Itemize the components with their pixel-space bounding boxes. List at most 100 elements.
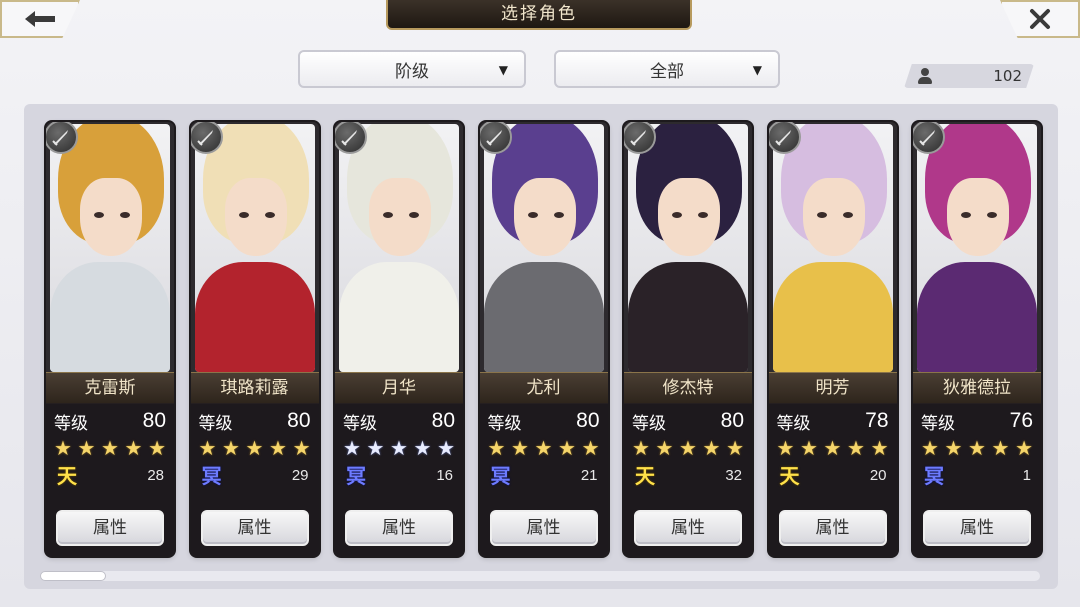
character-name: 狄雅德拉 [913,372,1041,404]
attributes-button[interactable]: 属性 [634,510,742,546]
weapon-type-icon [768,122,801,154]
rank-badge: 冥 [490,464,511,488]
star-icon: ★ [148,436,166,460]
caret-down-icon: ▼ [498,63,508,77]
character-portrait [772,124,893,372]
caret-down-icon: ▼ [752,63,762,77]
level-row: 等级 80 [54,407,166,435]
character-portrait [628,124,748,372]
attributes-button[interactable]: 属性 [778,510,887,546]
star-icon: ★ [124,436,143,460]
rank-badge: 天 [779,464,800,488]
close-icon [1030,9,1050,29]
level-value: 76 [1009,409,1033,432]
character-card[interactable]: 克雷斯 等级 80 ★ ★ ★ ★ ★ 天 28 属性 [46,122,174,556]
character-stats: 等级 80 ★ ★ ★ ★ ★ 天 32 属性 [624,403,752,556]
star-rating: ★ ★ ★ ★ ★ [343,437,455,459]
star-rating: ★ ★ ★ ★ ★ [199,437,311,459]
star-icon: ★ [968,436,986,460]
attributes-button[interactable]: 属性 [200,510,309,546]
close-button[interactable] [1000,0,1080,38]
star-icon: ★ [487,436,506,460]
star-icon: ★ [679,436,697,460]
level-value: 80 [142,409,166,432]
shard-count: 21 [580,467,598,484]
star-icon: ★ [944,436,963,460]
rank-filter-label: 阶级 [395,61,429,82]
level-value: 80 [431,409,455,432]
character-card[interactable]: 明芳 等级 78 ★ ★ ★ ★ ★ 天 20 属性 [768,122,897,556]
character-card[interactable]: 狄雅德拉 等级 76 ★ ★ ★ ★ ★ 冥 1 属性 [913,122,1041,556]
level-value: 80 [576,409,600,432]
level-label: 等级 [776,413,811,434]
star-icon: ★ [511,436,529,460]
star-icon: ★ [343,436,361,460]
horizontal-scrollbar[interactable] [40,571,1040,581]
character-stats: 等级 80 ★ ★ ★ ★ ★ 冥 21 属性 [479,403,608,556]
rank-filter-dropdown[interactable]: 阶级 ▼ [298,50,526,88]
character-card[interactable]: 修杰特 等级 80 ★ ★ ★ ★ ★ 天 32 属性 [624,122,752,556]
character-portrait [50,124,170,372]
scope-filter-dropdown[interactable]: 全部 ▼ [554,50,780,88]
level-row: 等级 80 [488,407,600,435]
star-icon: ★ [870,436,889,460]
star-icon: ★ [991,436,1010,460]
character-portrait [194,124,315,372]
arrow-left-icon [25,11,55,27]
character-card[interactable]: 尤利等级 80 ★ ★ ★ ★ ★ 冥 21 属性 [479,122,608,556]
attributes-button[interactable]: 属性 [56,510,164,546]
star-icon: ★ [222,436,240,460]
star-icon: ★ [776,436,795,460]
star-icon: ★ [632,436,650,460]
shard-count: 1 [1022,467,1031,484]
level-label: 等级 [632,413,666,434]
attributes-button[interactable]: 属性 [489,510,598,546]
star-icon: ★ [921,436,939,460]
star-icon: ★ [390,436,408,460]
rank-badge: 冥 [346,464,366,488]
attributes-button[interactable]: 属性 [345,510,453,546]
star-rating: ★ ★ ★ ★ ★ [777,437,889,459]
character-name: 明芳 [768,372,897,404]
rank-badge: 天 [635,464,655,488]
level-value: 80 [720,409,744,432]
back-button[interactable] [0,0,80,38]
rank-badge: 天 [57,464,77,488]
scope-filter-label: 全部 [650,61,684,82]
character-card[interactable]: 琪路莉露 等级 80 ★ ★ ★ ★ ★ 冥 29 属性 [190,122,319,556]
star-icon: ★ [558,436,576,460]
scrollbar-thumb[interactable] [40,571,106,581]
attributes-button[interactable]: 属性 [923,510,1031,546]
level-label: 等级 [54,413,88,434]
person-icon [918,68,932,84]
star-icon: ★ [655,436,674,460]
page-title: 选择角色 [386,0,692,30]
character-stats: 等级 80 ★ ★ ★ ★ ★ 天 28 属性 [46,403,174,556]
star-icon: ★ [269,436,287,460]
star-icon: ★ [413,436,432,460]
star-icon: ★ [437,436,455,460]
star-icon: ★ [101,436,119,460]
character-portrait [917,124,1037,372]
star-icon: ★ [366,436,385,460]
star-rating: ★ ★ ★ ★ ★ [632,437,744,459]
character-name: 克雷斯 [46,372,174,404]
character-name: 琪路莉露 [190,372,319,404]
roster-count: 102 [904,64,1034,88]
level-row: 等级 78 [777,407,889,435]
level-label: 等级 [343,413,377,434]
character-name: 尤利 [479,372,608,404]
star-icon: ★ [245,436,264,460]
star-rating: ★ ★ ★ ★ ★ [488,437,600,459]
rank-badge: 冥 [924,464,944,488]
star-icon: ★ [77,436,96,460]
star-icon: ★ [726,436,744,460]
star-icon: ★ [534,436,553,460]
character-stats: 等级 76 ★ ★ ★ ★ ★ 冥 1 属性 [913,403,1041,556]
character-card[interactable]: 月华 等级 80 ★ ★ ★ ★ ★ 冥 16 属性 [335,122,463,556]
star-rating: ★ ★ ★ ★ ★ [921,437,1033,459]
shard-count: 32 [725,467,742,484]
level-value: 80 [287,409,311,432]
weapon-type-icon [479,122,512,154]
level-row: 等级 80 [199,407,311,435]
